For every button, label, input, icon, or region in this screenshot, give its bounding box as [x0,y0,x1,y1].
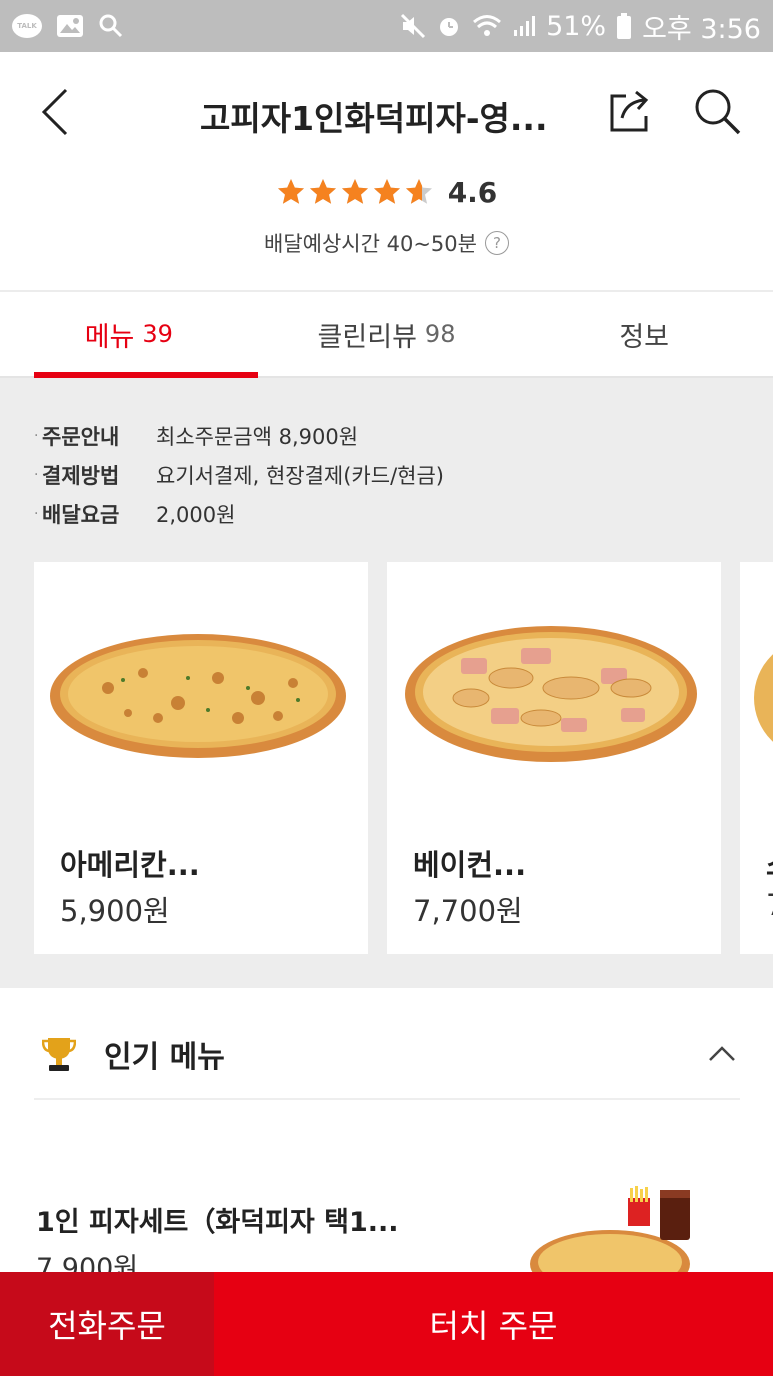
popular-menu-title: 인기 메뉴 [104,1040,225,1075]
pizza-image [405,626,697,762]
info-label: 주문안내 [42,424,120,449]
back-button[interactable] [30,84,80,140]
menu-carousel[interactable]: 아메리칸... 5,900원 베이컨... 7,700원 소 7 [34,562,773,954]
star-icon [309,179,336,204]
order-info-list: · 주문안내 최소주문금액 8,900원 · 결제방법 요기서결제, 현장결제(… [34,416,444,533]
header: 고피자1인화덕피자-영... [0,52,773,172]
tab-info[interactable]: 정보 [515,292,773,376]
popular-item-name[interactable]: 1인 피자세트（화덕피자 택1... [36,1200,399,1239]
tab-label: 메뉴 [84,321,135,353]
menu-name: 아메리칸... [60,848,200,882]
help-icon[interactable]: ? [484,231,509,255]
info-value: 2,000원 [156,502,236,527]
info-label: 결제방법 [42,463,120,488]
signal-icon [514,16,536,36]
bottom-order-bar: 전화주문 터치 주문 [0,1272,773,1376]
info-value: 최소주문금액 8,900원 [156,424,359,449]
star-icon [277,179,304,204]
menu-price: 7,700원 [413,894,523,928]
clock: 오후 3:56 [642,13,761,45]
tab-count: 39 [142,320,173,348]
store-info-section: · 주문안내 최소주문금액 8,900원 · 결제방법 요기서결제, 현장결제(… [0,378,773,988]
delivery-time-label: 배달예상시간 40~50분 [264,232,477,256]
status-bar: TALK 51% 오후 3:56 [0,0,773,52]
tab-label: 클린리뷰 [317,321,417,353]
tab-label: 정보 [619,321,670,353]
share-icon [610,90,649,132]
pizza-image [754,654,773,742]
popular-menu-header[interactable]: 인기 메뉴 [34,1010,740,1100]
tab-bar: 메뉴 39 클린리뷰 98 정보 [0,292,773,378]
star-icon [405,179,432,204]
info-row-delivery-fee: · 배달요금 2,000원 [34,494,444,533]
info-label: 배달요금 [42,502,120,527]
alarm-icon [440,18,459,36]
pizza-set-image [530,1186,690,1276]
menu-card-partial[interactable]: 소 7 [740,562,773,954]
bullet: · [34,427,39,444]
delivery-time: 배달예상시간 40~50분 ? [0,226,773,260]
battery-icon [617,13,632,39]
menu-price: 7 [766,888,773,922]
menu-price: 5,900원 [60,894,170,928]
chevron-left-icon [41,88,68,136]
kakaotalk-icon: TALK [12,14,42,38]
menu-name: 소 [766,842,773,884]
search-icon [695,89,741,135]
page-title: 고피자1인화덕피자-영... [200,99,548,138]
chevron-up-icon[interactable] [704,1036,740,1072]
mute-icon [401,13,426,39]
search-status-icon [99,14,123,38]
image-icon [57,15,83,37]
rating-value: 4.6 [447,175,498,209]
tab-clean-review[interactable]: 클린리뷰 98 [258,292,516,376]
menu-card-bacon[interactable]: 베이컨... 7,700원 [387,562,721,954]
wifi-icon [473,15,502,36]
bullet: · [34,505,39,522]
star-icon [373,179,400,204]
battery-percent: 51% [546,10,607,42]
info-row-payment: · 결제방법 요기서결제, 현장결제(카드/현금) [34,455,444,494]
info-value: 요기서결제, 현장결제(카드/현금) [156,463,444,488]
star-rating [276,177,434,207]
phone-order-button[interactable]: 전화주문 [0,1272,214,1376]
star-icon [341,179,368,204]
search-button[interactable] [692,86,744,138]
share-button[interactable] [606,88,656,138]
menu-name: 베이컨... [413,848,527,882]
menu-card-american[interactable]: 아메리칸... 5,900원 [34,562,368,954]
tab-menu[interactable]: 메뉴 39 [0,292,258,378]
trophy-icon [42,1038,76,1071]
rating: 4.6 [0,170,773,214]
pizza-image [50,634,346,758]
tab-count: 98 [424,320,456,348]
touch-order-button[interactable]: 터치 주문 [214,1272,773,1376]
info-row-order-guide: · 주문안내 최소주문금액 8,900원 [34,416,444,455]
bullet: · [34,466,39,483]
